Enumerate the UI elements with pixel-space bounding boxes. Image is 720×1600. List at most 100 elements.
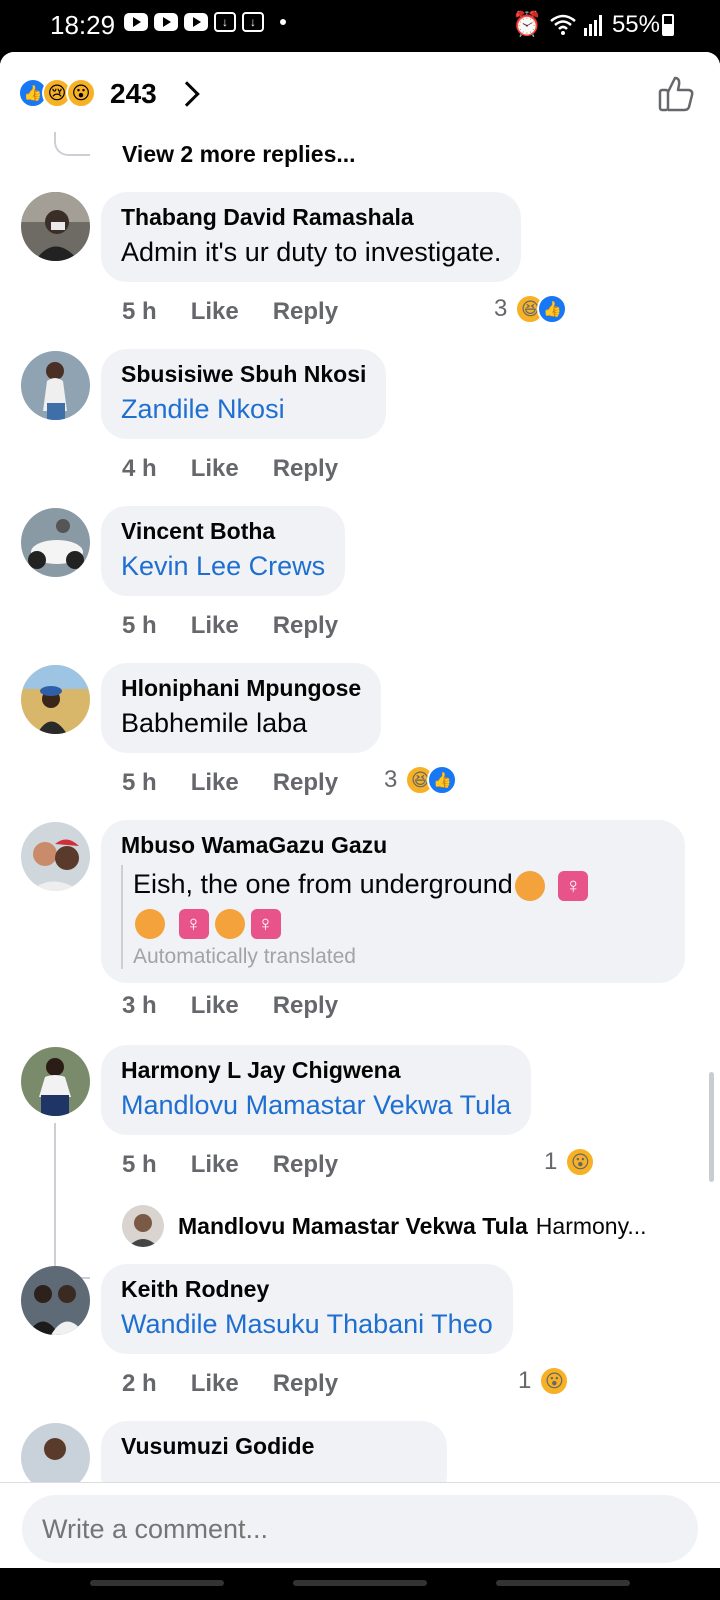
status-bar: 18:29 ↓ ↓ ⏰ 55% [0, 0, 720, 52]
comment-text: Admin it's ur duty to investigate. [121, 237, 502, 267]
comment-bubble[interactable]: Keith Rodney Wandile Masuku Thabani Theo [101, 1264, 513, 1354]
avatar[interactable] [21, 192, 90, 261]
more-notifications-icon [280, 19, 286, 25]
female-sign-icon: ♀ [558, 870, 589, 901]
like-button[interactable]: Like [191, 455, 239, 483]
reply-button[interactable]: Reply [273, 455, 338, 483]
comment-bubble[interactable]: Hloniphani Mpungose Babhemile laba [101, 663, 382, 753]
alarm-icon: ⏰ [512, 11, 542, 38]
woman-gesturing-icon [214, 908, 245, 939]
notification-icons: ↓ ↓ [124, 12, 286, 32]
comments-sheet: 👍 😢 😮 243 View 2 more replies... Thabang… [0, 52, 720, 1600]
comment-actions: 5 h Like Reply [122, 769, 338, 797]
reply-author[interactable]: Mandlovu Mamastar Vekwa Tula [178, 1213, 528, 1240]
status-right: ⏰ 55% [512, 10, 660, 39]
like-button[interactable]: Like [191, 769, 239, 797]
avatar[interactable] [21, 508, 90, 577]
reactions-header: 👍 😢 😮 243 [0, 52, 720, 132]
comment-author[interactable]: Harmony L Jay Chigwena [121, 1057, 511, 1084]
avatar[interactable] [21, 665, 90, 734]
avatar[interactable] [21, 822, 90, 891]
like-reaction-icon: 👍 [537, 294, 568, 324]
comment-text: Eish, the one from underground [133, 869, 513, 899]
signal-icon [583, 14, 602, 36]
like-button[interactable]: Like [191, 298, 239, 326]
comment-bubble[interactable]: Mbuso WamaGazu Gazu Eish, the one from u… [101, 820, 685, 983]
comment-reactions[interactable]: 3 😆 👍 [384, 765, 458, 795]
like-button[interactable]: Like [191, 1370, 239, 1398]
mention-link[interactable]: Wandile Masuku Thabani Theo [121, 1309, 493, 1340]
comment-actions: 4 h Like Reply [122, 455, 338, 483]
female-sign-icon: ♀ [178, 908, 209, 939]
like-button[interactable]: Like [191, 612, 239, 640]
nav-back-handle[interactable] [496, 1580, 630, 1586]
view-more-replies-link[interactable]: View 2 more replies... [122, 141, 356, 168]
comment-author[interactable]: Hloniphani Mpungose [121, 675, 361, 702]
comment-author[interactable]: Vusumuzi Godide [121, 1433, 427, 1460]
avatar[interactable] [21, 1047, 90, 1116]
female-sign-icon: ♀ [250, 908, 281, 939]
reaction-count: 1 [518, 1367, 532, 1394]
status-time: 18:29 [50, 10, 116, 40]
mention-link[interactable]: Kevin Lee Crews [121, 551, 325, 582]
comment-bubble[interactable]: Harmony L Jay Chigwena Mandlovu Mamastar… [101, 1045, 532, 1135]
avatar[interactable] [21, 351, 90, 420]
nav-home-handle[interactable] [293, 1580, 427, 1586]
mention-link[interactable]: Mandlovu Mamastar Vekwa Tula [121, 1090, 511, 1121]
comment-author[interactable]: Mbuso WamaGazu Gazu [121, 832, 665, 859]
nav-recents-handle[interactable] [90, 1580, 224, 1586]
reply-button[interactable]: Reply [273, 769, 338, 797]
avatar[interactable] [21, 1266, 90, 1335]
wifi-icon [550, 14, 576, 35]
reply-button[interactable]: Reply [273, 1370, 338, 1398]
translated-text: Eish, the one from underground ♀ ♀ ♀ Auto… [121, 865, 665, 969]
comment-time: 5 h [122, 298, 157, 325]
avatar[interactable] [122, 1205, 164, 1247]
comment-reactions[interactable]: 1 😮 [518, 1366, 570, 1396]
mention-link[interactable]: Zandile Nkosi [121, 394, 366, 425]
reaction-count: 1 [544, 1148, 558, 1175]
scrollbar[interactable] [709, 1072, 714, 1182]
comment-time: 5 h [122, 612, 157, 639]
comment-bubble[interactable]: Vincent Botha Kevin Lee Crews [101, 506, 346, 596]
wow-reaction-icon: 😮 [66, 78, 96, 108]
comment-time: 5 h [122, 769, 157, 796]
comment-actions: 2 h Like Reply [122, 1370, 338, 1398]
comment-actions: 5 h Like Reply [122, 612, 338, 640]
comment-author[interactable]: Thabang David Ramashala [121, 204, 501, 231]
reply-button[interactable]: Reply [273, 612, 338, 640]
comment-actions: 3 h Like Reply [122, 992, 338, 1020]
comment-bubble[interactable]: Thabang David Ramashala Admin it's ur du… [101, 192, 522, 282]
chevron-right-icon[interactable] [174, 81, 200, 107]
reply-button[interactable]: Reply [273, 298, 338, 326]
thread-line [54, 132, 90, 156]
like-reaction-icon: 👍 [427, 765, 458, 795]
reply-preview[interactable]: Mandlovu Mamastar Vekwa Tula Harmony... [122, 1205, 647, 1247]
comment-reactions[interactable]: 3 😆 👍 [494, 294, 568, 324]
reaction-summary[interactable]: 👍 😢 😮 [18, 78, 96, 108]
like-button[interactable]: Like [191, 1151, 239, 1179]
wow-reaction-icon: 😮 [565, 1147, 596, 1177]
comment-bubble[interactable]: Sbusisiwe Sbuh Nkosi Zandile Nkosi [101, 349, 387, 439]
like-post-button[interactable] [656, 74, 696, 114]
reply-button[interactable]: Reply [273, 992, 338, 1020]
download-icon: ↓ [214, 12, 236, 32]
comment-input[interactable] [22, 1495, 698, 1563]
comment-reactions[interactable]: 1 😮 [544, 1147, 596, 1177]
wow-reaction-icon: 😮 [539, 1366, 570, 1396]
comment-actions: 5 h Like Reply [122, 298, 338, 326]
comment-time: 2 h [122, 1370, 157, 1397]
translation-note[interactable]: Automatically translated [133, 945, 665, 969]
comment-author[interactable]: Keith Rodney [121, 1276, 493, 1303]
reply-button[interactable]: Reply [273, 1151, 338, 1179]
comment-time: 3 h [122, 992, 157, 1019]
thread-line [54, 1123, 90, 1279]
battery-icon [662, 14, 674, 36]
woman-gesturing-icon [514, 870, 545, 901]
reaction-count[interactable]: 243 [110, 78, 157, 110]
comment-author[interactable]: Vincent Botha [121, 518, 325, 545]
like-button[interactable]: Like [191, 992, 239, 1020]
comment-author[interactable]: Sbusisiwe Sbuh Nkosi [121, 361, 366, 388]
comment-time: 4 h [122, 455, 157, 482]
download-icon: ↓ [242, 12, 264, 32]
